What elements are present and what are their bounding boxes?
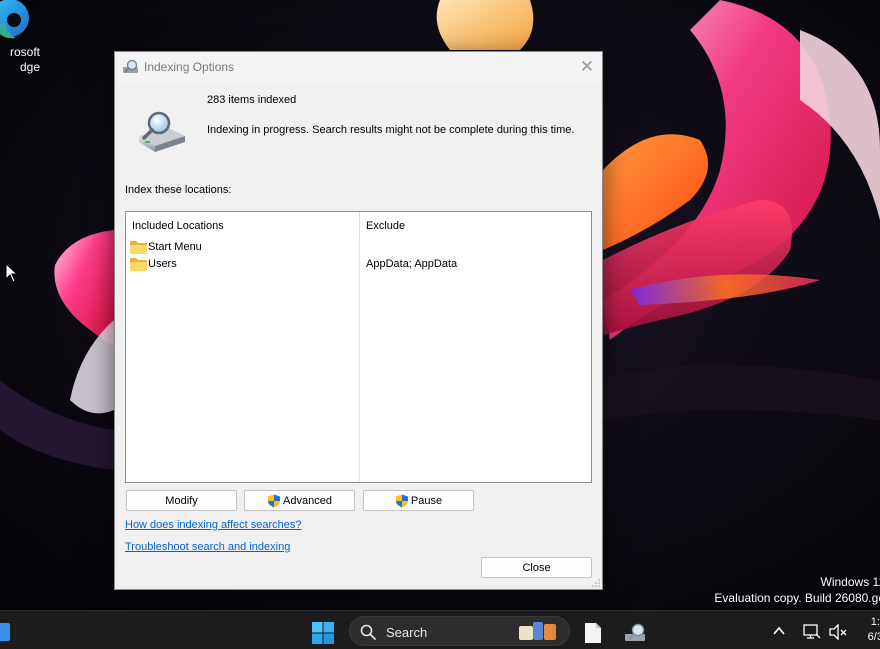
close-icon[interactable]: ✕	[572, 52, 602, 82]
system-clock[interactable]: 1:5 6/3/	[868, 615, 880, 645]
search-label: Search	[386, 625, 428, 640]
title-bar[interactable]: Indexing Options ✕	[115, 52, 602, 82]
header-divider[interactable]	[359, 212, 360, 240]
location-name: Start Menu	[148, 241, 202, 253]
location-exclude: AppData; AppData	[366, 258, 458, 270]
windows-start-icon[interactable]	[311, 621, 335, 645]
widgets-icon[interactable]	[0, 623, 10, 641]
taskbar-search-box[interactable]: Search	[349, 616, 570, 646]
clock-time: 1:5	[870, 616, 880, 628]
chevron-up-icon[interactable]	[772, 625, 786, 637]
location-row[interactable]: Users AppData; AppData	[126, 256, 591, 273]
desktop-icon-edge[interactable]: rosoft dge	[0, 0, 50, 80]
volume-icon[interactable]	[829, 624, 847, 640]
items-indexed-count: 283 items indexed	[207, 94, 297, 106]
notepad-icon[interactable]	[584, 622, 602, 644]
folder-icon	[130, 258, 147, 271]
indexing-options-icon[interactable]	[624, 623, 648, 643]
drive-search-icon	[139, 111, 185, 152]
indexing-options-icon	[123, 59, 138, 73]
locations-label: Index these locations:	[125, 184, 232, 196]
search-icon	[360, 624, 376, 640]
location-name: Users	[148, 258, 177, 270]
modify-button[interactable]: Modify	[126, 490, 237, 511]
desktop-icon-label: rosoft dge	[9, 45, 40, 74]
network-icon[interactable]	[803, 624, 821, 640]
search-highlight-icon	[519, 622, 556, 640]
how-indexing-link[interactable]: How does indexing affect searches?	[125, 519, 302, 531]
uac-shield-icon	[268, 494, 281, 507]
evaluation-watermark: Windows 11 Evaluation copy. Build 26080.…	[714, 575, 880, 605]
edge-icon	[0, 0, 29, 39]
indexing-status-message: Indexing in progress. Search results mig…	[207, 124, 575, 136]
indexing-options-dialog: Indexing Options ✕ 283 items indexed Ind…	[114, 51, 603, 590]
troubleshoot-link[interactable]: Troubleshoot search and indexing	[125, 541, 290, 553]
advanced-button[interactable]: Advanced	[244, 490, 355, 511]
modify-button-label: Modify	[165, 494, 198, 507]
mouse-cursor-icon	[5, 263, 19, 283]
close-button[interactable]: Close	[481, 557, 592, 578]
pause-button[interactable]: Pause	[363, 490, 474, 511]
column-header-exclude[interactable]: Exclude	[366, 212, 405, 240]
resize-grip-icon[interactable]	[592, 579, 600, 587]
taskbar: Search 1:5 6/3/	[0, 610, 880, 649]
folder-icon	[130, 241, 147, 254]
uac-shield-icon	[395, 494, 408, 507]
dialog-title: Indexing Options	[144, 60, 235, 74]
location-row[interactable]: Start Menu	[126, 239, 591, 256]
pause-button-label: Pause	[410, 494, 443, 507]
locations-list[interactable]: Included Locations Exclude Start Menu Us…	[125, 211, 592, 483]
close-button-label: Close	[522, 561, 551, 574]
column-header-included[interactable]: Included Locations	[132, 212, 224, 240]
clock-date: 6/3/	[867, 631, 880, 643]
advanced-button-label: Advanced	[283, 494, 332, 507]
